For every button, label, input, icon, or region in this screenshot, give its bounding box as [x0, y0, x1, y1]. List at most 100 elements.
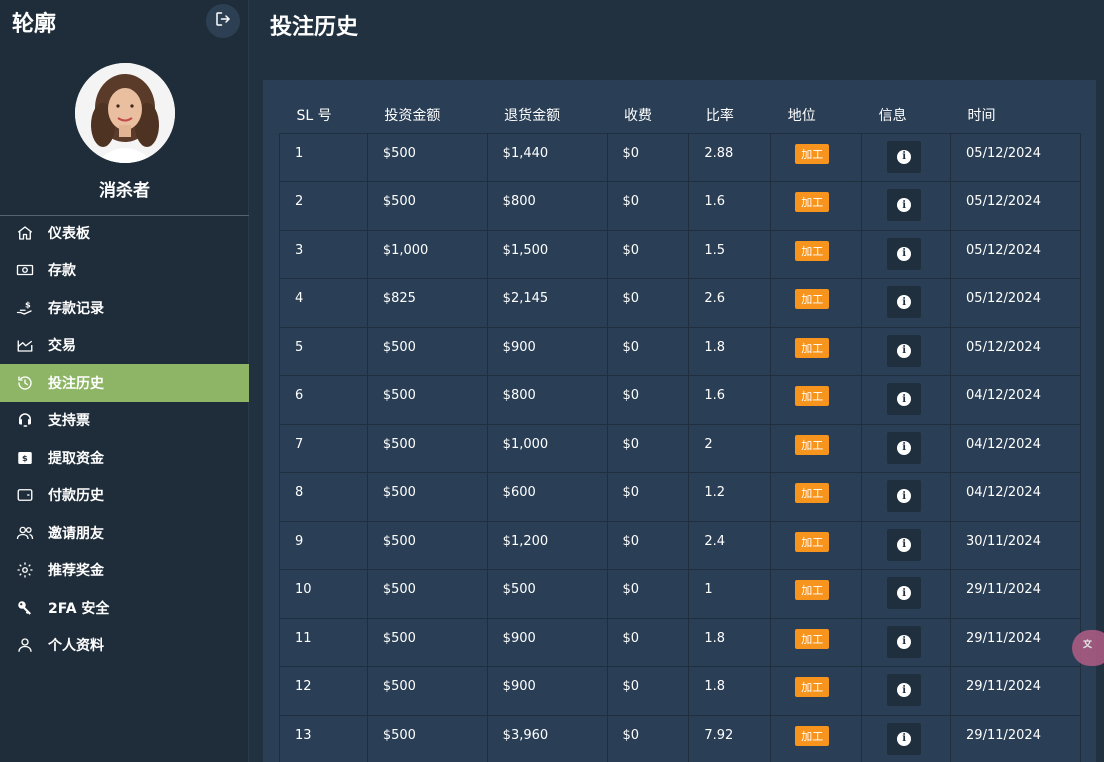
info-button[interactable]: i	[887, 140, 922, 173]
wallet-dollar-icon: $	[15, 449, 35, 467]
sidebar-item-trade[interactable]: 交易	[0, 327, 249, 365]
status-badge: 加工	[795, 628, 830, 649]
gear-icon	[15, 561, 35, 579]
sidebar-item-invite[interactable]: 邀请朋友	[0, 514, 249, 552]
cell-info: i	[861, 181, 952, 231]
sidebar-item-support[interactable]: 支持票	[0, 402, 249, 440]
info-button[interactable]: i	[887, 722, 922, 755]
cell-info: i	[861, 132, 952, 182]
cell-sl: 13	[279, 714, 368, 762]
sidebar-item-deposit[interactable]: 存款	[0, 252, 249, 290]
logout-icon	[214, 10, 232, 32]
cell-time: 05/12/2024	[950, 278, 1081, 328]
info-icon: i	[897, 489, 912, 503]
cell-time: 05/12/2024	[950, 181, 1081, 231]
cell-info: i	[861, 423, 952, 473]
cell-status: 加工	[770, 229, 863, 279]
cell-invest: $500	[366, 375, 488, 425]
status-badge: 加工	[795, 580, 830, 600]
logout-button[interactable]	[206, 4, 240, 38]
column-header-rate: 比率	[705, 108, 734, 125]
info-icon: i	[897, 586, 912, 600]
table-row: 4 $825 $2,145 $0 2.6 加工 i 05/12/2024	[279, 278, 1081, 328]
cell-rate: 1.8	[688, 666, 772, 716]
sidebar-item-label: 推荐奖金	[48, 563, 104, 580]
cell-status: 加工	[770, 714, 863, 762]
sidebar-item-deposit-log[interactable]: $ 存款记录	[0, 289, 249, 327]
key-icon	[15, 599, 35, 617]
table-row: 5 $500 $900 $0 1.8 加工 i 05/12/2024	[279, 326, 1081, 376]
table-row: 10 $500 $500 $0 1 加工 i 29/11/2024	[279, 569, 1081, 619]
column-header-fee: 收费	[624, 108, 652, 125]
cell-rate: 7.92	[688, 714, 772, 762]
cell-fee: $0	[606, 375, 690, 425]
status-badge: 加工	[795, 483, 830, 503]
chart-trend-icon	[15, 336, 35, 354]
sidebar-item-dashboard[interactable]: 仪表板	[0, 214, 249, 252]
cell-invest: $500	[366, 472, 488, 522]
translate-widget[interactable]	[1072, 630, 1104, 666]
cell-fee: $0	[606, 181, 690, 231]
sidebar-item-bet-history[interactable]: 投注历史	[0, 364, 249, 402]
info-button[interactable]: i	[887, 237, 922, 270]
sidebar-item-withdraw[interactable]: $ 提取资金	[0, 439, 249, 477]
sidebar-item-2fa[interactable]: 2FA 安全	[0, 589, 249, 627]
cell-info: i	[861, 326, 952, 376]
cell-rate: 1.8	[688, 617, 772, 667]
column-header-invest: 投资金额	[384, 108, 441, 125]
info-button[interactable]: i	[887, 674, 922, 706]
cell-return: $800	[486, 375, 608, 425]
status-badge: 加工	[795, 143, 830, 164]
info-button[interactable]: i	[887, 189, 922, 221]
column-header-sl: SL 号	[296, 108, 332, 125]
info-icon: i	[897, 392, 912, 406]
status-badge: 加工	[795, 192, 830, 212]
info-button[interactable]: i	[887, 334, 922, 367]
sidebar-item-referral-bonus[interactable]: 推荐奖金	[0, 552, 249, 590]
history-icon	[15, 374, 35, 392]
cell-invest: $500	[366, 326, 488, 376]
cell-info: i	[861, 666, 952, 716]
bet-history-table: SL 号 投资金额 退货金额 收费 比率 地位 信息 时间 1 $500 $1,44…	[279, 98, 1081, 762]
cell-invest: $500	[366, 520, 488, 570]
cell-fee: $0	[606, 229, 690, 279]
username: 消杀者	[99, 181, 150, 201]
cell-status: 加工	[770, 423, 863, 473]
sidebar-item-label: 支持票	[48, 413, 90, 430]
info-icon: i	[897, 683, 912, 697]
brand-title: 轮廓	[12, 12, 57, 37]
cell-return: $900	[486, 666, 608, 716]
column-header-status: 地位	[787, 108, 816, 125]
cell-info: i	[861, 229, 952, 279]
cell-time: 04/12/2024	[950, 375, 1081, 425]
user-icon	[15, 636, 35, 654]
cell-sl: 12	[279, 666, 368, 716]
cell-time: 05/12/2024	[950, 326, 1081, 376]
cell-time: 29/11/2024	[950, 714, 1081, 762]
cell-sl: 3	[279, 229, 368, 279]
cell-info: i	[861, 472, 952, 522]
info-button[interactable]: i	[887, 431, 922, 464]
info-icon: i	[897, 295, 912, 309]
sidebar-item-label: 存款记录	[48, 300, 104, 317]
info-button[interactable]: i	[887, 528, 922, 561]
avatar[interactable]	[75, 63, 175, 163]
table-row: 1 $500 $1,440 $0 2.88 加工 i 05/12/2024	[279, 132, 1081, 182]
cell-time: 05/12/2024	[950, 132, 1081, 182]
info-button[interactable]: i	[887, 577, 922, 609]
info-button[interactable]: i	[887, 625, 922, 658]
sidebar-item-payment-history[interactable]: 付款历史	[0, 477, 249, 515]
sidebar-item-profile[interactable]: 个人资料	[0, 627, 249, 665]
table-row: 2 $500 $800 $0 1.6 加工 i 05/12/2024	[279, 181, 1081, 231]
info-button[interactable]: i	[887, 286, 922, 318]
sidebar: 轮廓 消杀者 仪表板 存款 $ 存款记录 交易 投注历史 支持票 $ 提取资金 …	[0, 0, 249, 762]
cell-invest: $500	[366, 423, 488, 473]
sidebar-item-label: 提取资金	[48, 450, 104, 467]
cell-return: $900	[486, 617, 608, 667]
status-badge: 加工	[795, 289, 830, 309]
status-badge: 加工	[795, 386, 830, 406]
info-button[interactable]: i	[887, 480, 922, 512]
cell-time: 29/11/2024	[950, 617, 1081, 667]
cell-status: 加工	[770, 569, 863, 619]
info-button[interactable]: i	[887, 383, 922, 415]
